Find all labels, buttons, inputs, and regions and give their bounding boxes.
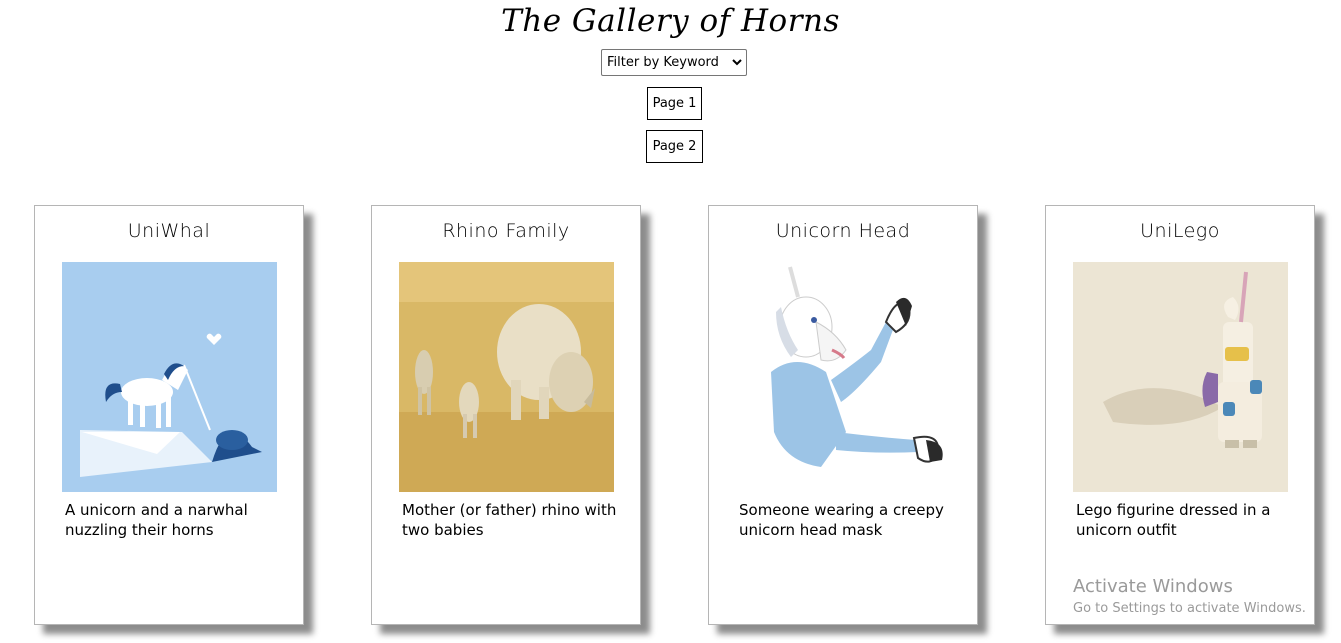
unicorn-mask-image bbox=[736, 262, 951, 492]
filter-selected-value: Filter by Keyword bbox=[607, 55, 719, 70]
lego-unicorn-image bbox=[1073, 262, 1288, 492]
keyword-filter-select[interactable]: Filter by Keyword bbox=[601, 49, 747, 76]
rhino-family-image bbox=[399, 262, 614, 492]
page-title: The Gallery of Horns bbox=[501, 3, 840, 39]
card-description: Mother (or father) rhino with two babies bbox=[402, 501, 617, 539]
card-description: Lego figurine dressed in a unicorn outfi… bbox=[1076, 501, 1271, 539]
card-title: Unicorn Head bbox=[775, 220, 911, 242]
horn-card-rhino-family[interactable]: Rhino Family Mother (or father) rhino wi… bbox=[371, 205, 641, 625]
horn-card-unilego[interactable]: UniLego Lego figurine dressed in a unico… bbox=[1045, 205, 1315, 625]
card-description: Someone wearing a creepy unicorn head ma… bbox=[739, 501, 944, 539]
unicorn-narwhal-image bbox=[62, 262, 277, 492]
card-title: UniWhal bbox=[127, 220, 211, 242]
card-title: Rhino Family bbox=[442, 220, 570, 242]
chevron-down-icon bbox=[732, 59, 742, 66]
card-description: A unicorn and a narwhal nuzzling their h… bbox=[65, 501, 248, 539]
horn-card-unicorn-head[interactable]: Unicorn Head Someone wearing a creepy un… bbox=[708, 205, 978, 625]
page-1-button[interactable]: Page 1 bbox=[647, 87, 702, 120]
page-2-button[interactable]: Page 2 bbox=[646, 130, 703, 163]
card-title: UniLego bbox=[1140, 220, 1220, 242]
horn-card-uniwhal[interactable]: UniWhal A unicorn and a narwhal nuzzling… bbox=[34, 205, 304, 625]
